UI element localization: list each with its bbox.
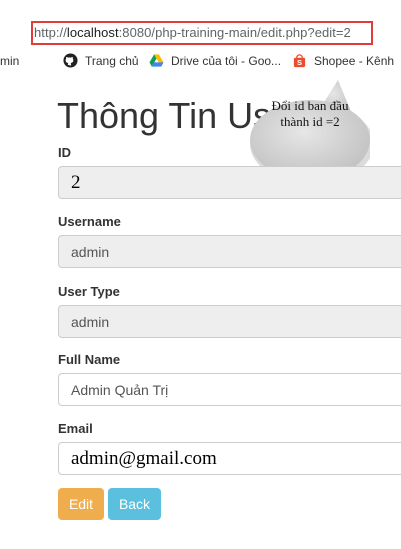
- full-name-field[interactable]: Admin Quản Trị: [58, 373, 401, 406]
- id-value: 2: [71, 171, 81, 193]
- id-field[interactable]: 2: [58, 166, 401, 199]
- shopee-icon: S: [293, 54, 306, 67]
- email-value: admin@gmail.com: [71, 447, 217, 469]
- callout-text: Đổi id ban đầu thành id =2: [250, 98, 370, 130]
- edit-button[interactable]: Edit: [58, 488, 104, 520]
- github-icon: [63, 53, 78, 68]
- email-label: Email: [58, 421, 93, 436]
- back-button[interactable]: Back: [108, 488, 161, 520]
- url-path: :8080/php-training-main/edit.php?edit=2: [118, 25, 351, 40]
- address-bar[interactable]: http://localhost:8080/php-training-main/…: [34, 25, 351, 40]
- username-label: Username: [58, 214, 121, 229]
- user-type-value: admin: [71, 313, 110, 330]
- bookmark-drive[interactable]: Drive của tôi - Goo...: [171, 54, 281, 68]
- page-title: Thông Tin Us: [57, 95, 272, 136]
- bookmark-shopee[interactable]: Shopee - Kênh: [314, 54, 394, 68]
- bookmark-trang-chu[interactable]: Trang chủ: [85, 54, 139, 68]
- username-field[interactable]: admin: [58, 235, 401, 268]
- callout-line-2: thành id =2: [280, 114, 340, 129]
- url-host: localhost: [66, 25, 119, 40]
- bookmark-item[interactable]: min: [0, 54, 19, 68]
- svg-text:S: S: [297, 58, 302, 67]
- callout-line-1: Đổi id ban đầu: [271, 98, 349, 113]
- user-type-field[interactable]: admin: [58, 305, 401, 338]
- bookmarks-bar: min Trang chủ Drive của tôi - Goo... S S…: [0, 50, 401, 72]
- full-name-label: Full Name: [58, 352, 121, 367]
- id-label: ID: [58, 145, 71, 160]
- google-drive-icon: [149, 54, 164, 67]
- email-field[interactable]: admin@gmail.com: [58, 442, 401, 475]
- full-name-value: Admin Quản Trị: [71, 381, 169, 398]
- user-type-label: User Type: [58, 284, 120, 299]
- username-value: admin: [71, 243, 110, 260]
- url-prefix: http://: [34, 25, 67, 40]
